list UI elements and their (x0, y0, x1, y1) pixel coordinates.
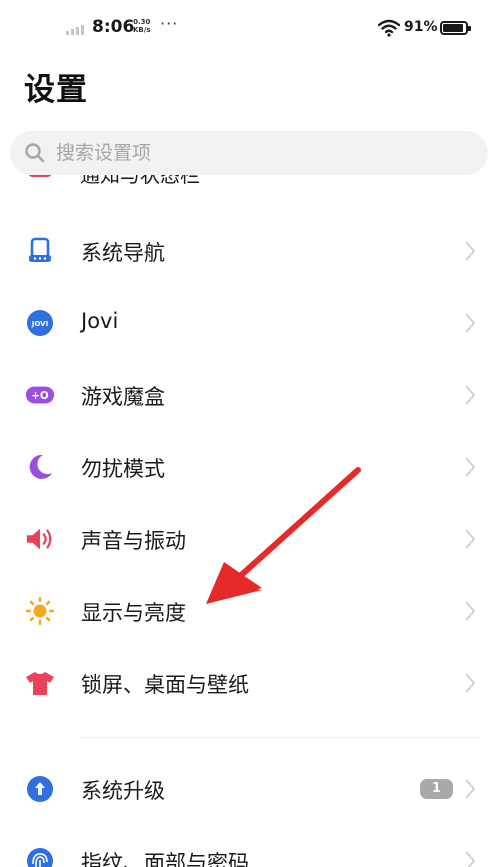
search-input[interactable] (56, 131, 456, 175)
settings-item-notifications[interactable]: 通知与状态栏 (0, 175, 500, 193)
moon-icon (25, 452, 55, 482)
settings-item-label: Jovi (81, 309, 119, 333)
update-count-badge: 1 (420, 779, 453, 799)
search-bar[interactable] (10, 131, 488, 175)
battery-percent: 91% (404, 19, 438, 35)
game-box-icon: +O (25, 380, 55, 410)
wifi-icon (378, 19, 400, 37)
notification-icon (27, 175, 53, 177)
settings-item-label: 勿扰模式 (81, 457, 165, 481)
chevron-right-icon (465, 851, 476, 867)
speaker-icon (25, 524, 55, 554)
page-title: 设置 (24, 72, 88, 108)
settings-item-label: 显示与亮度 (81, 601, 186, 625)
chevron-right-icon (465, 601, 476, 621)
chevron-right-icon (465, 529, 476, 549)
net-speed-unit: KB/s (133, 26, 151, 34)
settings-item-system-navigation[interactable]: 系统导航 (0, 222, 500, 282)
settings-item-do-not-disturb[interactable]: 勿扰模式 (0, 438, 500, 498)
tshirt-icon (25, 668, 55, 698)
settings-list: 通知与状态栏 系统导航 JOVI Jovi +O 游戏魔盒 勿扰模式 声音与振动… (0, 175, 500, 867)
jovi-icon-text: JOVI (31, 320, 48, 328)
settings-item-label: 声音与振动 (81, 529, 186, 553)
section-divider (80, 737, 480, 738)
jovi-icon: JOVI (25, 308, 55, 338)
signal-icon (66, 25, 84, 35)
fingerprint-icon (25, 846, 55, 867)
navigation-icon (25, 236, 55, 266)
game-box-icon-text: +O (31, 390, 49, 402)
settings-item-lockscreen-wallpaper[interactable]: 锁屏、桌面与壁纸 (0, 654, 500, 714)
settings-item-label: 系统升级 (81, 779, 165, 803)
settings-item-label: 系统导航 (81, 241, 165, 265)
chevron-right-icon (465, 457, 476, 477)
settings-item-jovi[interactable]: JOVI Jovi (0, 294, 500, 354)
net-speed-value: 0.30 (133, 18, 151, 26)
settings-item-system-upgrade[interactable]: 系统升级 1 (0, 760, 500, 820)
battery-icon (440, 21, 471, 35)
settings-item-label: 锁屏、桌面与壁纸 (81, 673, 249, 697)
status-bar: 8:06 0.30 KB/s ··· 91% (0, 0, 500, 56)
settings-item-game-box[interactable]: +O 游戏魔盒 (0, 366, 500, 426)
settings-item-sound-vibration[interactable]: 声音与振动 (0, 510, 500, 570)
settings-item-fingerprint-face-password[interactable]: 指纹、面部与密码 (0, 832, 500, 867)
settings-item-label: 指纹、面部与密码 (81, 851, 249, 867)
settings-item-label: 通知与状态栏 (80, 175, 200, 187)
chevron-right-icon (465, 673, 476, 693)
search-icon (25, 143, 45, 163)
battery-level (443, 24, 464, 32)
chevron-right-icon (465, 385, 476, 405)
upgrade-icon (25, 774, 55, 804)
net-speed: 0.30 KB/s (133, 18, 150, 34)
settings-item-label: 游戏魔盒 (81, 385, 165, 409)
more-notifications-icon: ··· (160, 14, 179, 33)
settings-item-display-brightness[interactable]: 显示与亮度 (0, 582, 500, 642)
chevron-right-icon (465, 313, 476, 333)
sun-icon (25, 596, 55, 626)
chevron-right-icon (465, 241, 476, 261)
status-time: 8:06 (92, 17, 135, 37)
chevron-right-icon (465, 779, 476, 799)
